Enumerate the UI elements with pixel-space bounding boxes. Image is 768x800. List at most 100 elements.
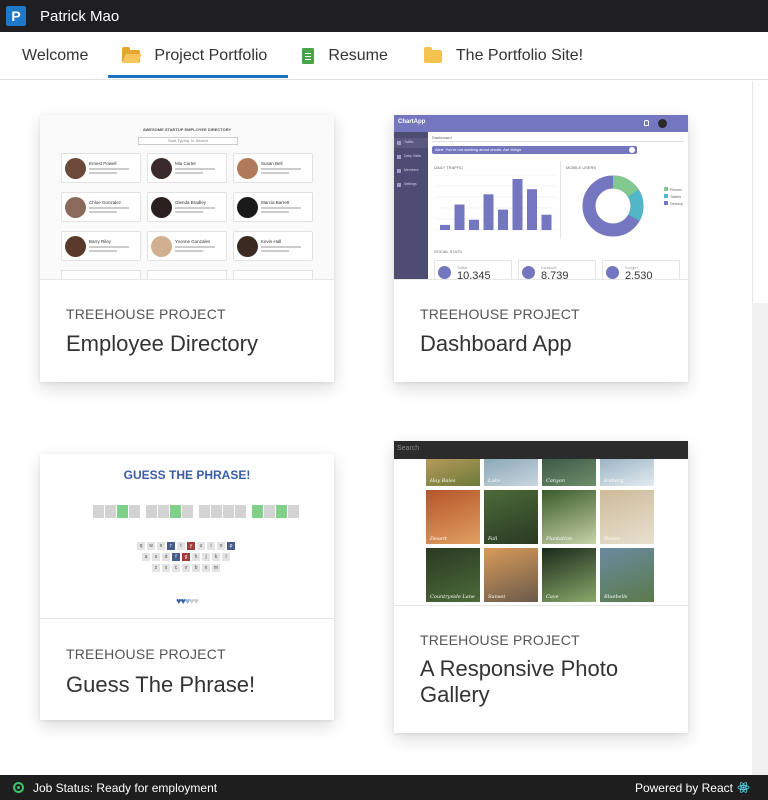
folder-icon — [423, 46, 442, 63]
legend-item: Desktop — [664, 192, 683, 210]
employee-meta — [89, 172, 117, 174]
employee-avatar — [237, 158, 258, 179]
dash-nav-item: Daily Visits — [394, 152, 428, 162]
tab-project-portfolio[interactable]: Project Portfolio — [108, 32, 289, 80]
phrase-letter-box — [158, 505, 169, 518]
employee-name: Marcia Barrett — [261, 200, 290, 205]
dash-nav-label: Traffic — [404, 140, 414, 144]
photo-gallery-preview: Search Hay Bales Lake Canyon Iceberg Desert F… — [394, 441, 688, 606]
dashboard-preview: ChartApp Traffic Daily Visits Members Setti… — [394, 115, 688, 280]
keyboard-key: y — [187, 542, 195, 550]
tab-portfolio-site[interactable]: The Portfolio Site! — [406, 32, 595, 80]
keyboard-key: a — [142, 553, 150, 561]
gallery-photo: Bluebells — [600, 548, 654, 602]
heart-icon: ♥♥ — [176, 596, 186, 606]
nav-icon — [397, 155, 401, 159]
employee-avatar — [65, 236, 86, 257]
keyboard-key: b — [192, 564, 200, 572]
portfolio-content: AWESOME STARTUP EMPLOYEE DIRECTORY Start… — [0, 81, 752, 775]
photo-caption: Countryside Lane — [430, 594, 475, 600]
employee-name: Susan Bell — [261, 161, 283, 166]
employee-name: Kevin Hall — [261, 239, 282, 244]
scrollbar-thumb[interactable] — [752, 81, 768, 303]
employee-card — [233, 270, 313, 279]
employee-meta — [261, 250, 289, 252]
employee-meta — [89, 211, 117, 213]
dash-social-title: SOCIAL STATS — [434, 249, 462, 254]
traffic-bar — [498, 209, 508, 230]
keyboard-key: i — [207, 542, 215, 550]
gallery-photo: Sunset — [484, 548, 538, 602]
project-title: Employee Directory — [66, 331, 258, 356]
phrase-letter-box — [170, 505, 181, 518]
react-icon — [737, 782, 750, 793]
phrase-letter-box — [276, 505, 287, 518]
employee-meta — [89, 207, 129, 209]
dash-sidebar: Traffic Daily Visits Members Settings — [394, 132, 428, 279]
gallery-photo: Fall — [484, 490, 538, 544]
traffic-bar — [512, 179, 523, 230]
employee-meta — [261, 168, 301, 170]
project-card-guess-the-phrase[interactable]: GUESS THE PHRASE! qwertyuiop asdfghjkl zxc… — [40, 454, 334, 720]
employee-card: Susan Bell — [233, 153, 313, 183]
project-card-dashboard-app[interactable]: ChartApp Traffic Daily Visits Members Setti… — [394, 115, 688, 382]
social-value: 8,739 — [541, 270, 569, 280]
employee-meta — [175, 211, 203, 213]
keyboard-key: r — [167, 542, 175, 550]
social-stat-card: Twitter 10,345 — [434, 260, 512, 280]
employee-directory-preview: AWESOME STARTUP EMPLOYEE DIRECTORY Start… — [40, 115, 334, 280]
gallery-photo: Canyon — [542, 459, 596, 486]
powered-by-text: Powered by React — [634, 780, 733, 795]
keyboard-key: p — [227, 542, 235, 550]
gallery-photo: Countryside Lane — [426, 548, 480, 602]
project-title: Dashboard App — [420, 331, 572, 356]
employee-card: Barry Riley — [61, 231, 141, 261]
lives-hearts: ♥♥♥♥♥ — [40, 596, 334, 606]
photo-caption: Bluebells — [604, 594, 628, 600]
bell-icon — [644, 120, 649, 126]
photo-caption: Fall — [488, 536, 498, 542]
project-category: TREEHOUSE PROJECT — [420, 632, 580, 648]
gallery-search: Search — [394, 441, 688, 459]
phrase-letter-box — [288, 505, 299, 518]
employee-card: Chloe Gonzalez — [61, 192, 141, 222]
daily-traffic-chart — [436, 174, 556, 231]
gallery-photo: Hay Bales — [426, 459, 480, 486]
project-card-photo-gallery[interactable]: Search Hay Bales Lake Canyon Iceberg Desert F… — [394, 441, 688, 733]
keyboard-key: t — [177, 542, 185, 550]
project-category: TREEHOUSE PROJECT — [420, 306, 580, 322]
keyboard-key: g — [182, 553, 190, 561]
keyboard-key: h — [192, 553, 200, 561]
traffic-bar — [469, 219, 479, 230]
social-value: 10,345 — [457, 270, 491, 280]
dash-nav-item: Settings — [394, 180, 428, 190]
tab-welcome[interactable]: Welcome — [0, 32, 108, 80]
employee-avatar — [237, 197, 258, 218]
project-card-employee-directory[interactable]: AWESOME STARTUP EMPLOYEE DIRECTORY Start… — [40, 115, 334, 382]
tab-label: Project Portfolio — [154, 47, 268, 64]
tab-resume[interactable]: Resume — [288, 32, 406, 80]
job-status-text: Job Status: Ready for employment — [33, 780, 218, 795]
employee-card: Glenda Bradley — [147, 192, 227, 222]
keyboard-key: d — [162, 553, 170, 561]
employee-name: Glenda Bradley — [175, 200, 207, 205]
employee-card: Mia Carter — [147, 153, 227, 183]
twitter-icon — [438, 266, 451, 279]
keyboard-key: o — [217, 542, 225, 550]
phrase-letter-box — [182, 505, 193, 518]
employee-card — [61, 270, 141, 279]
phrase-letter-box — [252, 505, 263, 518]
dash-mobile-title: MOBILE USERS — [566, 165, 597, 170]
window-title: Patrick Mao — [40, 7, 120, 25]
tab-label: Resume — [328, 47, 388, 64]
phrase-letter-box — [146, 505, 157, 518]
social-stat-card: Google+ 2,530 — [602, 260, 680, 279]
dash-nav-label: Settings — [404, 182, 417, 186]
photo-caption: Lake — [488, 478, 501, 484]
employee-card: Kevin Hall — [233, 231, 313, 261]
employee-name: Yvonne Gonzales — [175, 239, 211, 244]
dash-traffic-title: DAILY TRAFFIC — [434, 165, 464, 170]
guess-phrase-preview: GUESS THE PHRASE! qwertyuiop asdfghjkl zxc… — [40, 454, 334, 619]
phrase-letter-box — [235, 505, 246, 518]
employee-meta — [175, 207, 215, 209]
